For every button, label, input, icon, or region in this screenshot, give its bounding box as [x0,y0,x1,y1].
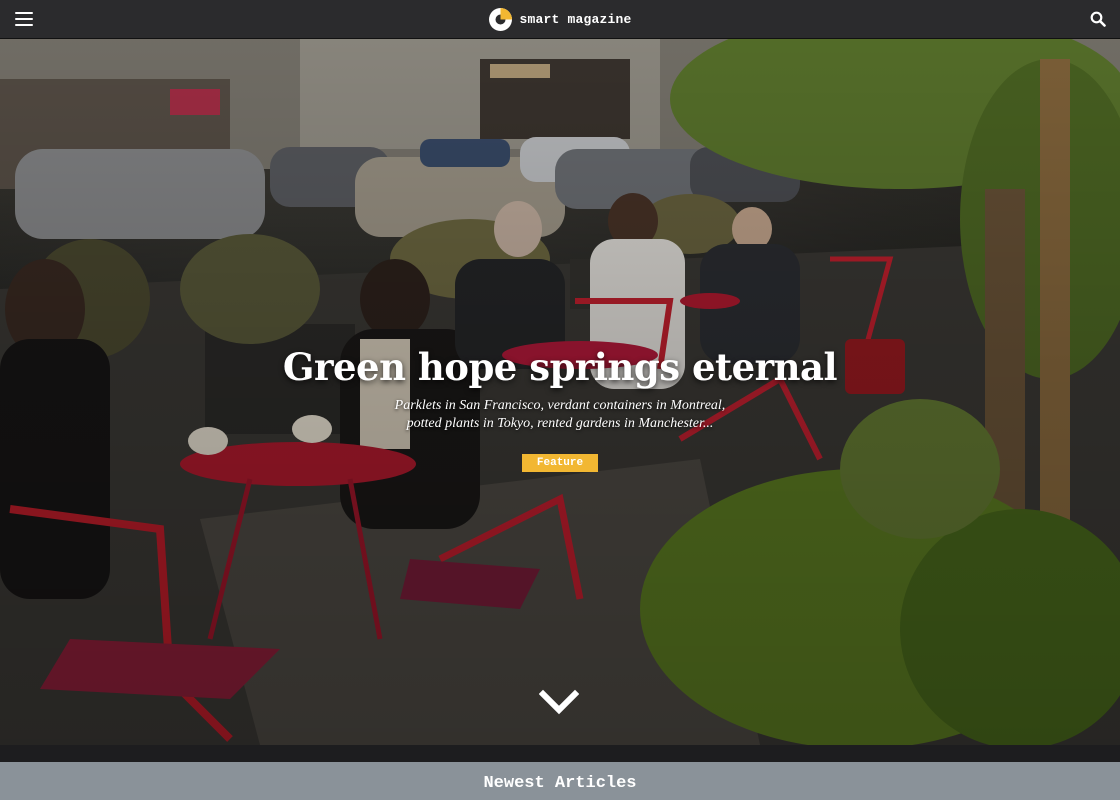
category-badge[interactable]: Feature [522,454,598,472]
hero-title[interactable]: Green hope springs eternal [0,345,1120,389]
hero-feature[interactable]: Green hope springs eternal Parklets in S… [0,39,1120,745]
top-navigation-bar: smart magazine [0,0,1120,39]
newest-articles-section: Newest Articles [0,762,1120,800]
hero-overlay [0,39,1120,745]
section-divider [0,745,1120,762]
hamburger-menu-icon[interactable] [15,12,33,26]
brand-name: smart magazine [519,11,632,27]
search-icon[interactable] [1090,11,1106,27]
smart-logo-icon [489,7,513,31]
brand-home-link[interactable]: smart magazine [488,7,631,32]
section-title: Newest Articles [483,774,637,793]
chevron-down-icon[interactable] [539,688,579,716]
hero-subtitle: Parklets in San Francisco, verdant conta… [394,398,726,431]
